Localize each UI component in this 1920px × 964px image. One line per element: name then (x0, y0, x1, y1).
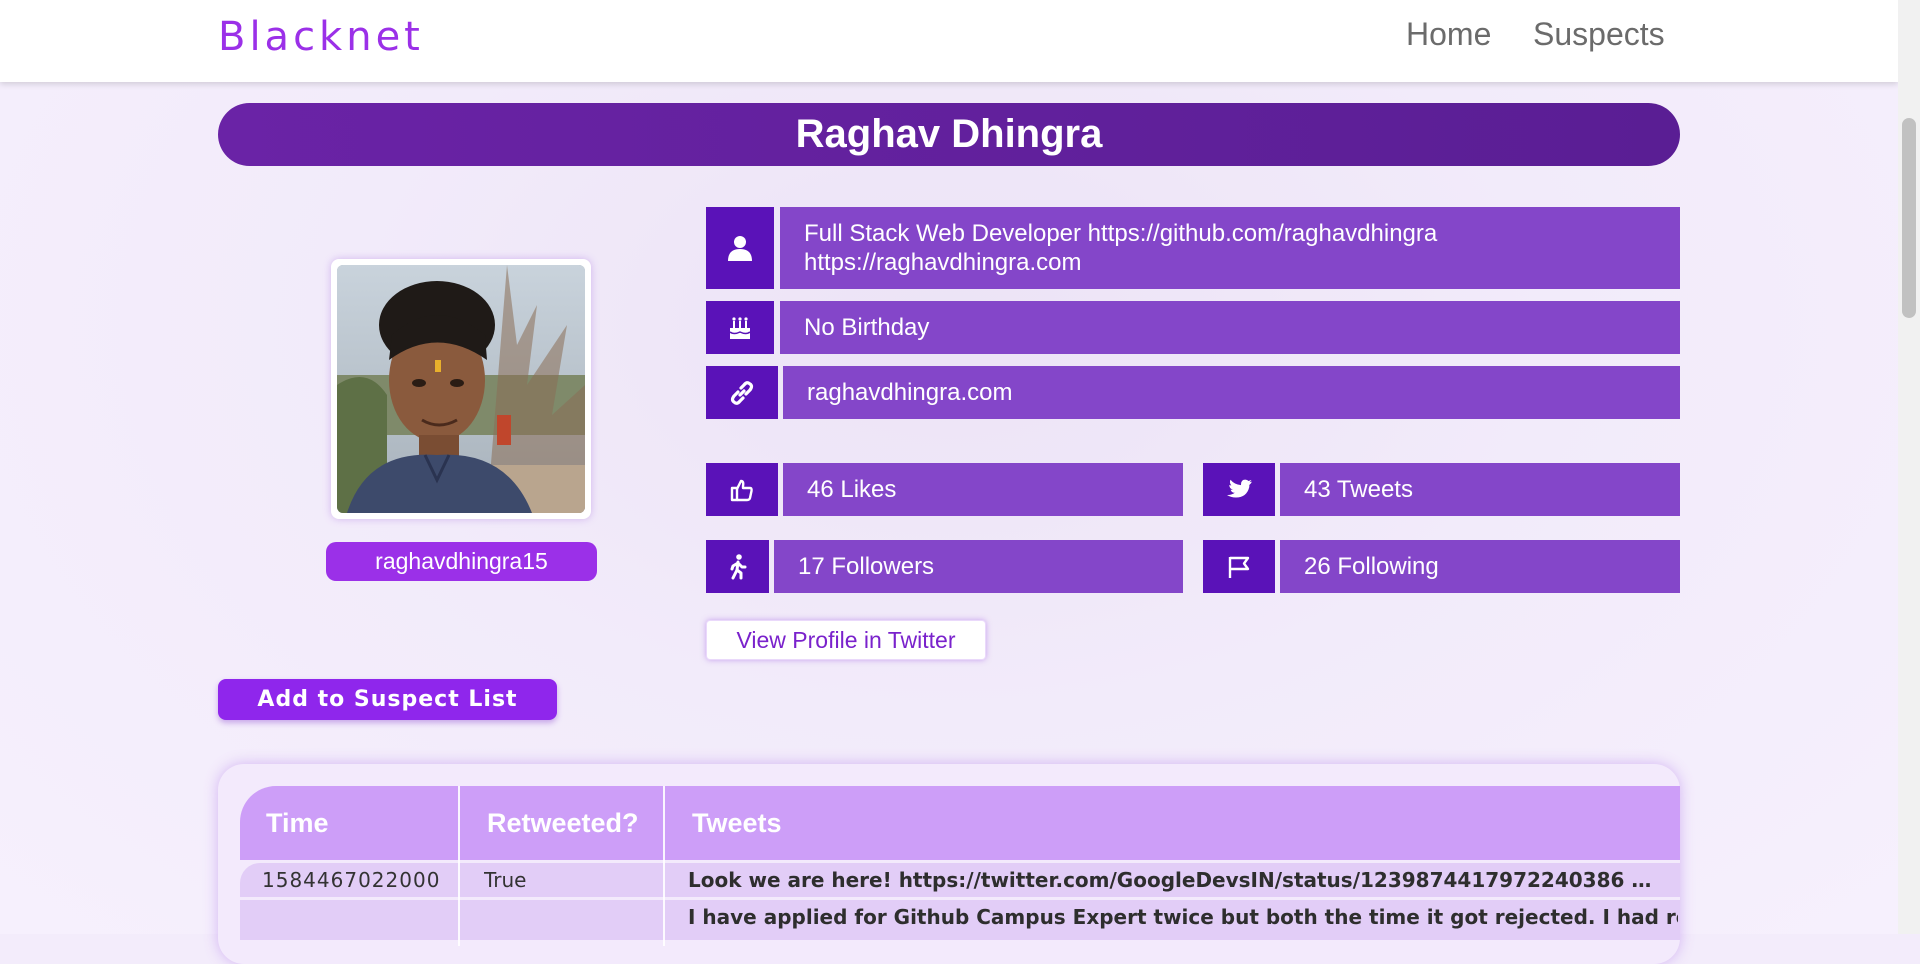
table-row: 1584467022000 True Look we are here! htt… (240, 863, 1680, 897)
user-icon (728, 236, 752, 261)
avatar-frame (331, 259, 591, 519)
column-divider (663, 786, 665, 946)
birthday-field: No Birthday (780, 301, 1680, 354)
followers-count: 17 Followers (798, 553, 935, 580)
walking-person-icon (730, 553, 746, 579)
bio-icon-box (706, 207, 774, 289)
following-icon-box (1203, 540, 1275, 593)
cell-retweeted: True (484, 868, 527, 892)
birthday-value: No Birthday (804, 314, 930, 341)
birthday-icon-box (706, 301, 774, 354)
view-profile-twitter-button[interactable]: View Profile in Twitter (706, 620, 986, 660)
table-row: I have applied for Github Campus Expert … (240, 900, 1680, 940)
cell-tweet: I have applied for Github Campus Expert … (688, 905, 1678, 929)
flag-icon (1228, 556, 1250, 578)
tweets-field: 43 Tweets (1280, 463, 1680, 516)
twitter-icon (1227, 479, 1252, 497)
navbar: Blacknet Home Suspects (0, 0, 1898, 82)
tweets-count: 43 Tweets (1304, 476, 1413, 503)
bio-field: Full Stack Web Developer https://github.… (780, 207, 1680, 289)
link-icon (730, 380, 754, 405)
nav-home-link[interactable]: Home (1406, 16, 1491, 53)
header-retweeted[interactable]: Retweeted? (487, 786, 639, 860)
followers-field: 17 Followers (774, 540, 1183, 593)
vertical-scrollbar[interactable] (1898, 0, 1920, 934)
following-count: 26 Following (1304, 553, 1439, 580)
cell-tweet: Look we are here! https://twitter.com/Go… (688, 868, 1652, 892)
likes-icon-box (706, 463, 778, 516)
bio-line-1: Full Stack Web Developer https://github.… (804, 220, 1438, 247)
cake-icon (729, 316, 751, 339)
website-link[interactable]: raghavdhingra.com (783, 378, 1012, 407)
website-icon-box (706, 366, 778, 419)
column-divider (458, 786, 460, 946)
thumbs-up-icon (730, 479, 753, 501)
website-field[interactable]: raghavdhingra.com (783, 366, 1680, 419)
username-badge: raghavdhingra15 (326, 542, 597, 581)
bio-line-2[interactable]: https://raghavdhingra.com (804, 248, 1437, 277)
avatar (337, 265, 585, 513)
header-time[interactable]: Time (266, 786, 329, 860)
profile-name: Raghav Dhingra (795, 112, 1103, 156)
brand-logo[interactable]: Blacknet (218, 14, 424, 60)
cell-time: 1584467022000 (262, 868, 441, 892)
nav-suspects-link[interactable]: Suspects (1533, 16, 1665, 53)
add-to-suspect-list-button[interactable]: Add to Suspect List (218, 679, 557, 720)
tweets-icon-box (1203, 463, 1275, 516)
likes-field: 46 Likes (783, 463, 1183, 516)
followers-icon-box (706, 540, 769, 593)
likes-count: 46 Likes (807, 476, 897, 503)
scrollbar-thumb[interactable] (1902, 118, 1916, 318)
header-tweets[interactable]: Tweets (692, 786, 782, 860)
profile-name-banner: Raghav Dhingra (218, 103, 1680, 166)
table-header: Time Retweeted? Tweets (240, 786, 1680, 860)
following-field: 26 Following (1280, 540, 1680, 593)
